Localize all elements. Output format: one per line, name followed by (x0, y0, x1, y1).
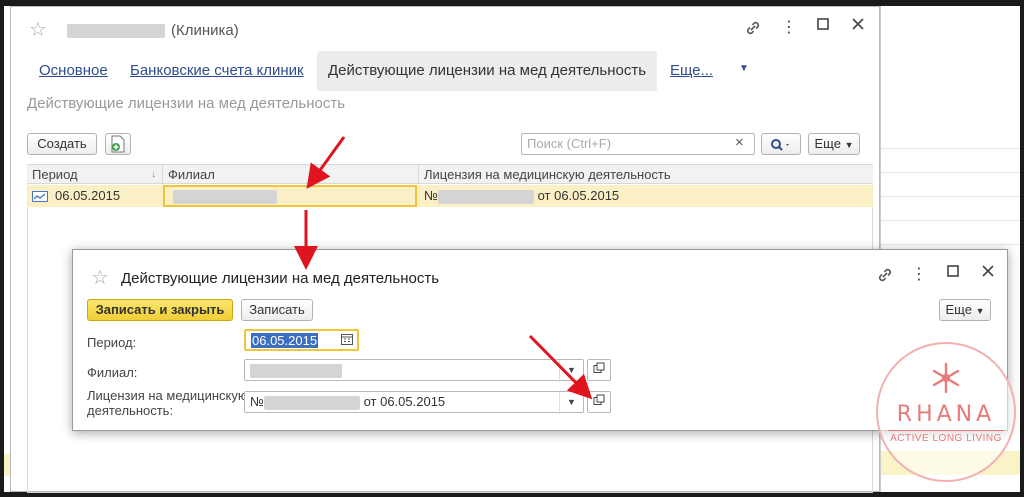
branch-label: Филиал: (87, 365, 138, 380)
row-branch-cell[interactable] (163, 185, 417, 207)
search-icon (771, 138, 789, 151)
create-button[interactable]: Создать (27, 133, 97, 155)
license-record-dialog: ☆ Действующие лицензии на мед деятельнос… (72, 249, 1008, 431)
row-license: № от 06.05.2015 (424, 188, 620, 204)
clinic-name-blurred (67, 24, 165, 38)
branch-open-button[interactable] (587, 359, 611, 381)
tab-more[interactable]: Еще... (670, 51, 713, 91)
tab-main[interactable]: Основное (39, 51, 108, 91)
period-input[interactable]: 06.05.2015 (244, 329, 359, 351)
tab-licenses[interactable]: Действующие лицензии на мед деятельность (317, 51, 658, 91)
clinic-window-title: (Клиника) (171, 22, 239, 39)
period-label: Период: (87, 335, 137, 350)
license-open-button[interactable] (587, 391, 611, 413)
open-copy-icon (593, 362, 605, 373)
more-chevron-icon: ▼ (844, 140, 854, 150)
dialog-more-chevron-icon: ▼ (975, 306, 985, 316)
dialog-more-button[interactable]: Еще ▼ (939, 299, 991, 321)
license-value-blurred (263, 395, 360, 410)
row-period: 06.05.2015 (55, 188, 121, 203)
branch-dropdown-icon[interactable]: ▼ (559, 360, 583, 382)
logo-name: RHANA (896, 402, 996, 427)
column-header-license[interactable]: Лицензия на медицинскую деятельность (419, 165, 873, 184)
save-and-close-button[interactable]: Записать и закрыть (87, 299, 233, 321)
more-button[interactable]: Еще ▼ (808, 133, 860, 155)
document-add-icon (111, 135, 125, 153)
search-input[interactable]: Поиск (Ctrl+F) (521, 133, 755, 155)
favorite-star-icon[interactable]: ☆ (29, 17, 47, 42)
branch-input[interactable]: ▼ (244, 359, 584, 382)
more-options-icon[interactable]: ⋮ (781, 17, 797, 37)
register-record-icon (32, 190, 48, 205)
dialog-close-icon[interactable] (979, 263, 997, 284)
clinic-window-titlebar: ☆ (Клиника) ⋮ (11, 7, 879, 51)
license-dropdown-icon[interactable]: ▼ (559, 392, 583, 414)
clinic-tabs: Основное Банковские счета клиник Действу… (29, 51, 879, 95)
column-header-branch[interactable]: Филиал (163, 165, 419, 184)
dialog-title: Действующие лицензии на мед деятельность (121, 270, 440, 287)
link-icon[interactable] (743, 19, 763, 42)
license-number-blurred (437, 189, 534, 204)
calendar-icon[interactable] (341, 331, 353, 351)
dialog-favorite-star-icon[interactable]: ☆ (91, 265, 109, 290)
dialog-link-icon[interactable] (875, 266, 895, 289)
column-header-period[interactable]: Период ↓ (27, 165, 163, 184)
maximize-icon[interactable] (815, 17, 831, 36)
branch-value-blurred (250, 363, 342, 378)
dialog-maximize-icon[interactable] (945, 264, 961, 283)
save-button[interactable]: Записать (241, 299, 313, 321)
add-copy-button[interactable] (105, 133, 131, 155)
rhana-logo: RHANA ACTIVE LONG LIVING (876, 342, 1016, 482)
licenses-table-header: Период ↓ Филиал Лицензия на медицинскую … (27, 164, 873, 184)
open-copy-icon (593, 394, 605, 405)
dialog-more-options-icon[interactable]: ⋮ (911, 264, 927, 284)
license-label: Лицензия на медицинскую деятельность: (87, 388, 248, 418)
section-title: Действующие лицензии на мед деятельность (27, 95, 346, 112)
close-icon[interactable] (849, 16, 867, 37)
tab-bank-accounts[interactable]: Банковские счета клиник (130, 51, 304, 91)
table-row[interactable]: 06.05.2015 № от 06.05.2015 (27, 185, 873, 207)
license-input[interactable]: № от 06.05.2015 ▼ (244, 391, 584, 414)
logo-tagline: ACTIVE LONG LIVING (888, 430, 1004, 444)
branch-blurred (173, 189, 277, 204)
sort-arrow-icon: ↓ (151, 169, 157, 179)
tab-more-chevron-icon[interactable]: ▼ (739, 63, 749, 74)
rhana-flower-icon (932, 362, 960, 394)
search-button[interactable] (761, 133, 801, 155)
clear-search-icon[interactable]: × (735, 134, 744, 151)
